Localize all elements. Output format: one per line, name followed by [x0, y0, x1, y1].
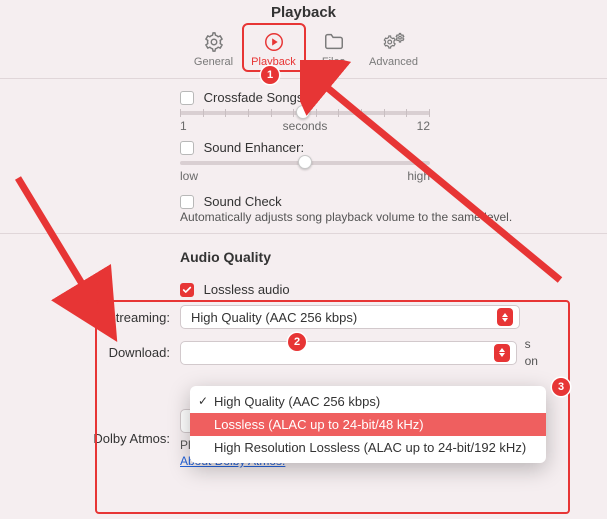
lossless-audio-checkbox[interactable]	[180, 283, 194, 297]
crossfade-label: Crossfade Songs:	[204, 90, 307, 105]
sound-enhancer-label: Sound Enhancer:	[204, 140, 304, 155]
download-option-high-quality[interactable]: High Quality (AAC 256 kbps)	[190, 390, 546, 413]
updown-icon	[497, 308, 513, 326]
streaming-label: Streaming:	[0, 310, 180, 325]
gears-icon	[364, 29, 424, 55]
sound-check-checkbox[interactable]	[180, 195, 194, 209]
download-dropdown-menu: High Quality (AAC 256 kbps) Lossless (AL…	[190, 386, 546, 463]
tab-label: General	[184, 56, 244, 68]
tab-label: Advanced	[364, 56, 424, 68]
section-divider	[0, 233, 607, 234]
annotation-badge-1: 1	[261, 66, 279, 84]
sound-enhancer-checkbox[interactable]	[180, 141, 194, 155]
dolby-atmos-label: Dolby Atmos:	[0, 431, 180, 446]
audio-quality-title: Audio Quality	[180, 249, 547, 265]
updown-icon	[494, 344, 510, 362]
crossfade-unit: seconds	[283, 119, 328, 133]
streaming-select[interactable]: High Quality (AAC 256 kbps)	[180, 305, 520, 329]
tab-general[interactable]: General	[184, 25, 244, 70]
preferences-toolbar: General Playback Files Advanced	[0, 25, 607, 79]
download-select[interactable]	[180, 341, 517, 365]
tab-advanced[interactable]: Advanced	[364, 25, 424, 70]
tab-playback[interactable]: Playback	[244, 25, 304, 70]
annotation-badge-2: 2	[288, 333, 306, 351]
download-option-lossless[interactable]: Lossless (ALAC up to 24-bit/48 kHz)	[190, 413, 546, 436]
window-title: Playback	[0, 0, 607, 21]
download-label: Download:	[0, 345, 180, 360]
enhancer-high: high	[407, 169, 430, 183]
streaming-value: High Quality (AAC 256 kbps)	[191, 310, 497, 325]
annotation-badge-3: 3	[552, 378, 570, 396]
download-trailing-hint: s on	[525, 336, 547, 368]
crossfade-max: 12	[417, 119, 430, 133]
tab-label: Files	[304, 56, 364, 68]
crossfade-min: 1	[180, 119, 187, 133]
sound-enhancer-slider[interactable]	[180, 161, 430, 165]
tab-files[interactable]: Files	[304, 25, 364, 70]
gear-icon	[184, 29, 244, 55]
download-option-hires-lossless[interactable]: High Resolution Lossless (ALAC up to 24-…	[190, 436, 546, 459]
sound-check-label: Sound Check	[204, 194, 282, 209]
sound-check-hint: Automatically adjusts song playback volu…	[180, 209, 547, 225]
crossfade-slider[interactable]	[180, 111, 430, 115]
enhancer-low: low	[180, 169, 198, 183]
crossfade-checkbox[interactable]	[180, 91, 194, 105]
lossless-audio-label: Lossless audio	[204, 282, 290, 297]
play-circle-icon	[244, 29, 304, 55]
folder-icon	[304, 29, 364, 55]
